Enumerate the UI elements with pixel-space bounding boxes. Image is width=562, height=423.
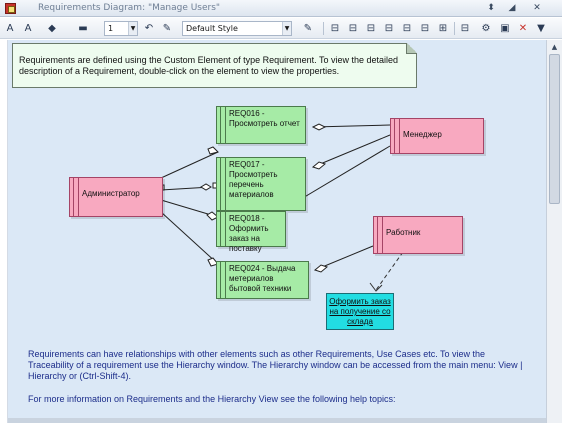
align-right-icon[interactable]: ⊟ [346,21,360,36]
connector-admin-r24[interactable] [160,211,219,265]
requirement-label: REQ024 - Выдача метериалов бытовой техни… [229,264,296,293]
scroll-thumb[interactable] [549,54,560,204]
line-color-icon[interactable]: ▬ [68,21,98,36]
font-icon[interactable]: A [3,21,17,36]
dependency-worker-task[interactable] [375,251,404,291]
delete-icon[interactable]: ✕ [516,21,530,36]
connector-manager-r17[interactable] [312,134,391,168]
format-painter-icon[interactable]: ↶ [142,21,156,36]
align-left-icon[interactable]: ⊟ [328,21,342,36]
same-width-icon[interactable]: ⊟ [400,21,414,36]
app-icon [5,3,16,14]
line-width-select[interactable]: 1 ▼ [104,21,138,36]
requirement-req017[interactable]: REQ017 - Просмотреть перечень материалов [216,157,306,211]
hierarchy-paragraph: Requirements can have relationships with… [28,349,523,381]
filter-icon[interactable]: ▼ [534,21,548,36]
font-color-icon[interactable]: A [20,21,36,36]
align-bottom-icon[interactable]: ⊟ [382,21,396,36]
aggregation-diamond [200,183,212,191]
fill-color-icon[interactable]: ◆ [40,21,64,36]
vertical-scrollbar[interactable]: ▲ [546,40,562,423]
auto-hide-icon[interactable]: ◢ [505,2,519,15]
scroll-up-icon[interactable]: ▲ [550,43,559,51]
task-label: Оформить заказ на получение со склада [329,297,391,326]
requirements-note[interactable]: Requirements are defined using the Custo… [12,43,417,88]
save-image-icon[interactable]: ▣ [498,21,512,36]
pick-style-icon[interactable]: ✎ [160,21,174,36]
actor-label: Менеджер [403,130,442,139]
scroll-tabs-icon[interactable]: ⬍ [484,2,498,15]
diagram-title-bar: Requirements Diagram: "Manage Users" ⬍ ◢… [0,0,562,17]
canvas-bottom-edge [8,418,546,423]
toolbar-separator [323,22,324,35]
requirement-label: REQ016 - Просмотреть отчет [229,109,300,128]
actor-administrator[interactable]: Администратор [69,177,163,217]
grid-icon[interactable]: ⊟ [458,21,472,36]
requirement-req024[interactable]: REQ024 - Выдача метериалов бытовой техни… [216,261,309,299]
dependency-arrowhead [369,282,383,292]
line-width-value: 1 [108,24,114,33]
diagram-toolbar: A A ◆ ▬ 1 ▼ ↶ ✎ Default Style ▼ ✎ ⊟ ⊟ ⊟ … [0,18,562,39]
actor-worker[interactable]: Работник [373,216,463,254]
actor-label: Работник [386,228,421,237]
align-top-icon[interactable]: ⊟ [364,21,378,36]
chevron-down-icon: ▼ [282,22,291,35]
aggregation-diamond [311,123,327,131]
requirement-req016[interactable]: REQ016 - Просмотреть отчет [216,106,306,144]
style-select[interactable]: Default Style ▼ [182,21,292,36]
toolbar-separator [454,22,455,35]
chevron-down-icon: ▼ [128,22,137,35]
requirement-req018[interactable]: REQ018 - Оформить заказ на поставку [216,211,286,253]
layout-icon[interactable]: ⚙ [478,21,494,36]
actor-label: Администратор [82,189,140,198]
same-height-icon[interactable]: ⊟ [418,21,432,36]
requirement-label: REQ017 - Просмотреть перечень материалов [229,160,278,199]
space-evenly-icon[interactable]: ⊞ [436,21,450,36]
actor-manager[interactable]: Менеджер [390,118,484,154]
apply-style-icon[interactable]: ✎ [297,21,319,36]
canvas-left-margin [0,40,8,423]
aggregation-diamond [311,161,327,170]
task-warehouse-order[interactable]: Оформить заказ на получение со склада [326,293,394,330]
close-icon[interactable]: ✕ [530,2,544,15]
aggregation-diamond [313,264,329,273]
help-topics-paragraph: For more information on Requirements and… [28,394,396,404]
note-text: Requirements are defined using the Custo… [19,55,399,76]
style-value: Default Style [186,24,238,33]
connector-admin-r16[interactable] [160,151,219,179]
diagram-title: Requirements Diagram: "Manage Users" [38,3,221,13]
diagram-canvas[interactable]: Requirements are defined using the Custo… [8,40,546,423]
